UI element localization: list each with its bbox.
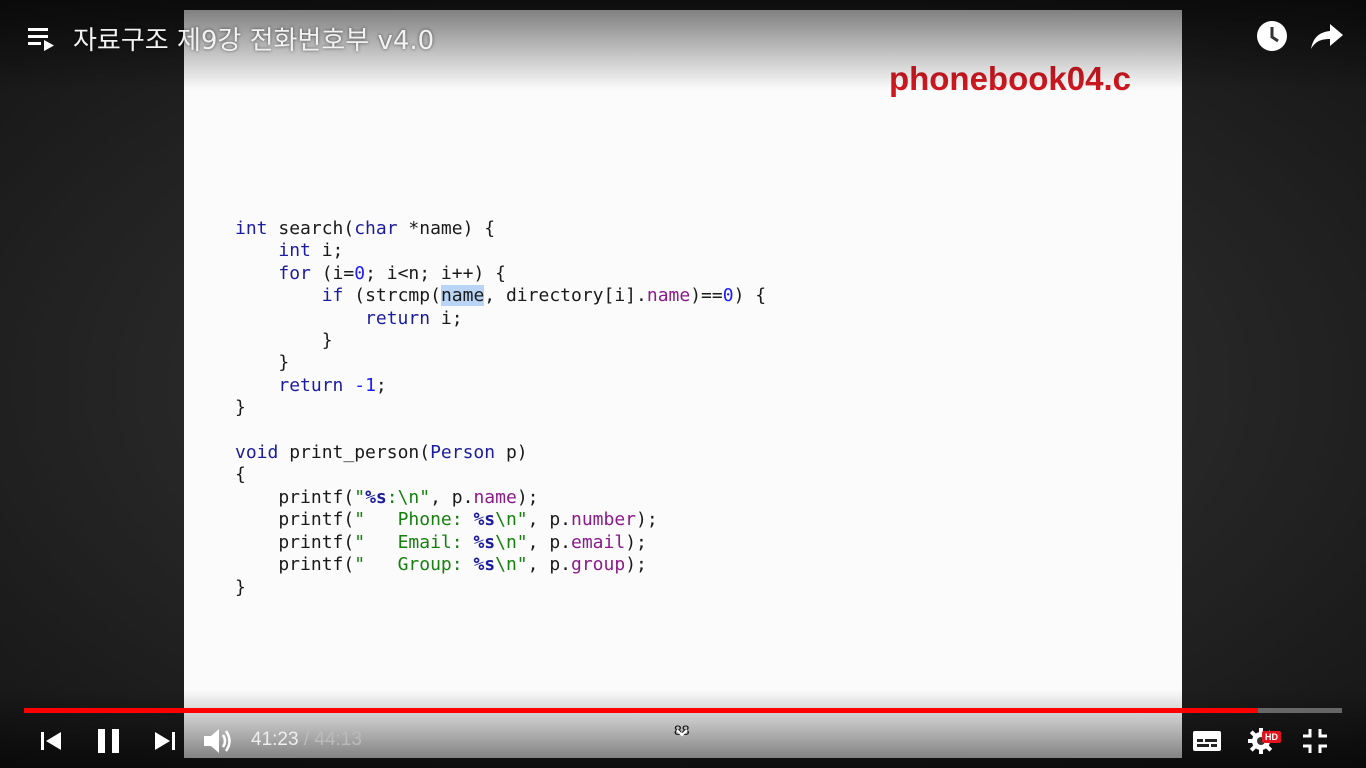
duration: 44:13 — [314, 729, 362, 750]
code-line: printf(" Group: %s\n", p.group); — [235, 554, 647, 576]
code-line: printf("%s:\n", p.name); — [235, 486, 539, 508]
chevron-down-icon[interactable] — [674, 727, 690, 739]
progress-played — [24, 708, 1258, 713]
share-icon[interactable] — [1310, 22, 1344, 50]
video-title[interactable]: 자료구조 제9강 전화번호부 v4.0 — [73, 20, 434, 57]
code-line: printf(" Phone: %s\n", p.number); — [235, 509, 658, 531]
video-stage[interactable]: phonebook04.c int search(char *name) { i… — [0, 0, 1366, 768]
current-time: 41:23 — [251, 729, 299, 750]
code-line: int i; — [278, 240, 344, 262]
code-line: return -1; — [278, 374, 387, 396]
video-frame-slide: phonebook04.c int search(char *name) { i… — [184, 10, 1182, 758]
time-separator: / — [298, 729, 315, 750]
code-line: int search(char *name) { — [235, 218, 496, 239]
time-display: 41:23 / 44:13 — [251, 729, 362, 751]
code-line: if (strcmp(name, directory[i].name)==0) … — [321, 285, 767, 307]
hd-badge: HD — [1262, 731, 1281, 743]
code-line: } — [235, 397, 246, 419]
code-line: { — [235, 464, 246, 486]
code-line: for (i=0; i<n; i++) { — [278, 262, 506, 284]
code-line: } — [235, 330, 333, 352]
code-line: } — [235, 576, 246, 598]
code-line: } — [235, 352, 290, 374]
volume-icon[interactable] — [202, 725, 234, 757]
slide-filename: phonebook04.c — [888, 60, 1131, 97]
progress-bar[interactable] — [24, 708, 1342, 713]
skip-next-icon[interactable] — [154, 730, 176, 752]
code-line: void print_person(Person p) — [235, 442, 528, 464]
playlist-icon[interactable] — [28, 26, 56, 52]
subtitles-icon[interactable] — [1192, 729, 1222, 753]
skip-previous-icon[interactable] — [40, 730, 62, 752]
clock-icon[interactable] — [1256, 20, 1288, 52]
exit-fullscreen-icon[interactable] — [1302, 728, 1328, 754]
pause-icon[interactable] — [97, 728, 121, 754]
code-block: int search(char *name) { int i; for (i=0… — [235, 218, 766, 599]
code-line: printf(" Email: %s\n", p.email); — [235, 531, 647, 553]
code-line: return i; — [365, 307, 463, 329]
